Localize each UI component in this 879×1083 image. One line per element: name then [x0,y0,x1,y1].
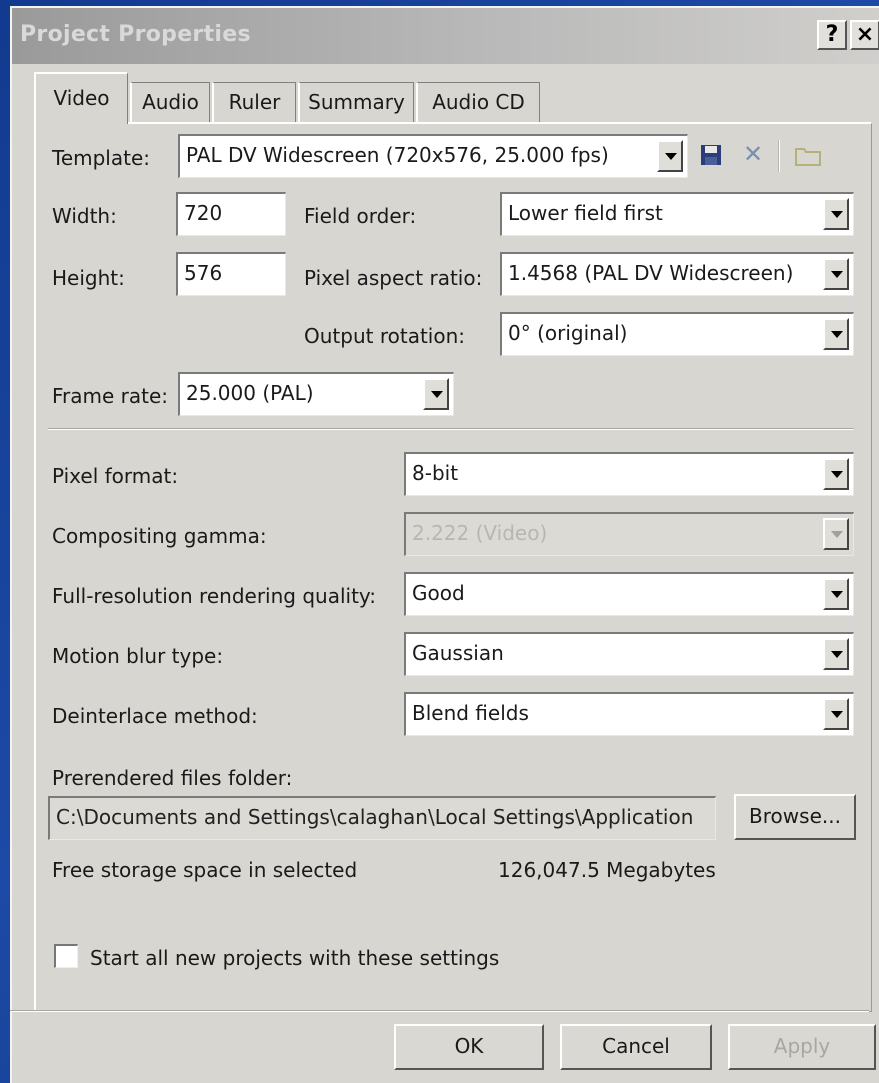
field-order-value: Lower field first [508,201,663,225]
template-value: PAL DV Widescreen (720x576, 25.000 fps) [186,143,609,167]
footer-divider [10,1010,869,1012]
output-rotation-select[interactable]: 0° (original) [500,312,854,356]
chevron-down-icon[interactable] [823,198,849,230]
pixel-format-value: 8-bit [412,461,459,485]
pixel-format-select[interactable]: 8-bit [404,452,854,496]
pixel-aspect-label: Pixel aspect ratio: [304,266,483,290]
window-title: Project Properties [20,22,251,47]
tab-summary[interactable]: Summary [298,82,414,122]
section-divider [48,428,854,430]
deinterlace-label: Deinterlace method: [52,704,258,728]
chevron-down-icon [823,518,849,550]
tab-ruler[interactable]: Ruler [212,82,296,122]
chevron-down-icon[interactable] [823,458,849,490]
pixel-format-label: Pixel format: [52,464,179,488]
title-bar[interactable]: Project Properties ? × [12,8,879,64]
prerender-folder-label: Prerendered files folder: [52,766,293,790]
free-space-value: 126,047.5 Megabytes [498,858,716,882]
height-input[interactable]: 576 [176,252,286,296]
compositing-gamma-value: 2.222 (Video) [412,521,548,545]
deinterlace-select[interactable]: Blend fields [404,692,854,736]
compositing-gamma-label: Compositing gamma: [52,524,267,548]
compositing-gamma-select: 2.222 (Video) [404,512,854,556]
tab-audio[interactable]: Audio [130,82,210,122]
chevron-down-icon[interactable] [823,638,849,670]
chevron-down-icon[interactable] [823,258,849,290]
height-label: Height: [52,266,125,290]
save-icon[interactable] [698,144,724,168]
deinterlace-value: Blend fields [412,701,529,725]
pixel-aspect-select[interactable]: 1.4568 (PAL DV Widescreen) [500,252,854,296]
chevron-down-icon[interactable] [823,318,849,350]
motion-blur-select[interactable]: Gaussian [404,632,854,676]
render-quality-label: Full-resolution rendering quality: [52,584,377,608]
chevron-down-icon[interactable] [423,378,449,410]
free-space-label: Free storage space in selected [52,858,358,882]
tab-audio-cd[interactable]: Audio CD [416,82,540,122]
cancel-button[interactable]: Cancel [560,1024,712,1070]
start-new-projects-checkbox[interactable] [54,944,78,968]
render-quality-select[interactable]: Good [404,572,854,616]
toolbar-separator [778,140,780,172]
tab-video[interactable]: Video [34,72,128,124]
width-label: Width: [52,204,117,228]
start-new-projects-label: Start all new projects with these settin… [90,946,500,970]
folder-icon[interactable] [794,144,822,168]
help-button[interactable]: ? [817,20,847,50]
field-order-select[interactable]: Lower field first [500,192,854,236]
frame-rate-select[interactable]: 25.000 (PAL) [178,372,454,416]
field-order-label: Field order: [304,204,417,228]
template-label: Template: [52,146,150,170]
output-rotation-label: Output rotation: [304,324,465,348]
chevron-down-icon[interactable] [823,698,849,730]
close-button[interactable]: × [850,20,879,50]
browse-button[interactable]: Browse... [734,794,856,840]
width-input[interactable]: 720 [176,192,286,236]
chevron-down-icon[interactable] [823,578,849,610]
pixel-aspect-value: 1.4568 (PAL DV Widescreen) [508,261,794,285]
delete-icon[interactable]: ✕ [740,142,766,168]
template-select[interactable]: PAL DV Widescreen (720x576, 25.000 fps) [178,134,688,178]
render-quality-value: Good [412,581,465,605]
ok-button[interactable]: OK [394,1024,544,1070]
prerender-folder-input[interactable]: C:\Documents and Settings\calaghan\Local… [48,796,716,840]
frame-rate-label: Frame rate: [52,384,169,408]
chevron-down-icon[interactable] [657,140,683,172]
output-rotation-value: 0° (original) [508,321,628,345]
frame-rate-value: 25.000 (PAL) [186,381,314,405]
apply-button[interactable]: Apply [728,1024,876,1070]
motion-blur-label: Motion blur type: [52,644,224,668]
motion-blur-value: Gaussian [412,641,504,665]
